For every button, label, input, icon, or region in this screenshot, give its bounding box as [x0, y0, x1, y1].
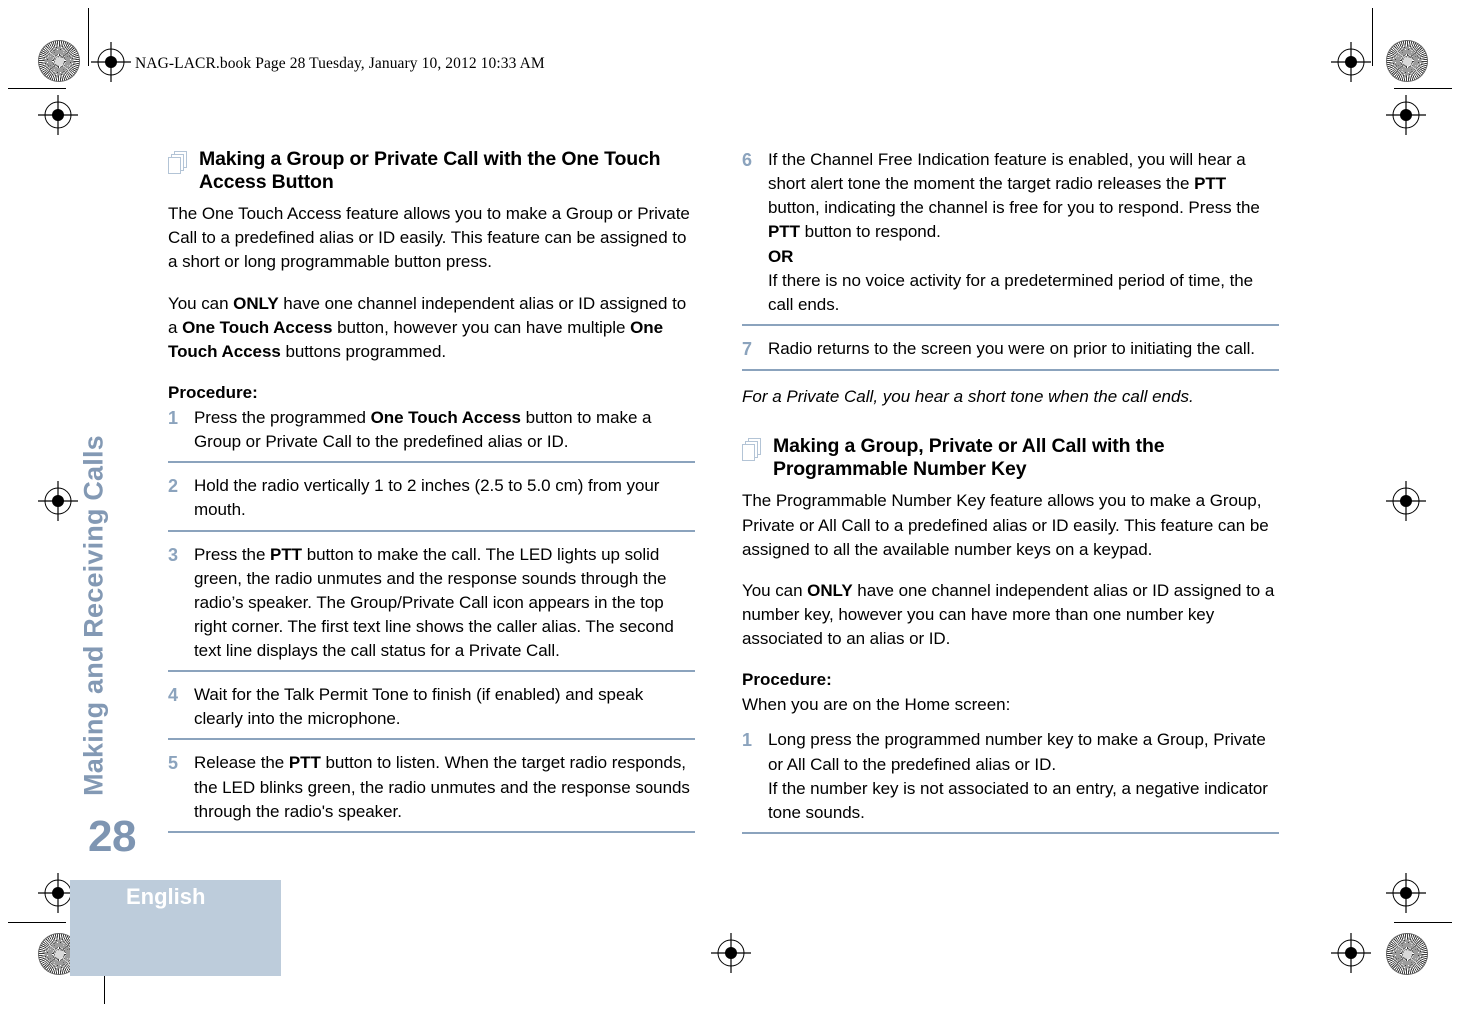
step-item: 4 Wait for the Talk Permit Tone to finis… [168, 683, 695, 741]
step-number: 3 [168, 544, 179, 565]
registration-target-mid-left [38, 481, 78, 521]
only-note-paragraph: You can ONLY have one channel independen… [742, 580, 1275, 649]
book-slug-line: NAG-LACR.book Page 28 Tuesday, January 1… [135, 55, 545, 72]
step-number: 5 [168, 753, 179, 774]
procedure-steps-continued: 6 If the Channel Free Indication feature… [742, 148, 1279, 372]
registration-star-bottom-right [1386, 933, 1428, 975]
crop-line-left-lower-horizontal [8, 922, 66, 923]
step-text: Long press the programmed number key to … [768, 730, 1268, 822]
right-column: 6 If the Channel Free Indication feature… [742, 148, 1279, 845]
crop-line-right-horizontal [1394, 88, 1452, 89]
step-item: 6 If the Channel Free Indication feature… [742, 148, 1279, 326]
registration-target-lower-right [1386, 873, 1426, 913]
registration-target-bottom-right [1331, 933, 1371, 973]
step-number: 6 [742, 150, 753, 170]
language-label: English [126, 884, 206, 909]
registration-target-top-left [91, 42, 131, 82]
step-number: 2 [168, 476, 179, 497]
registration-target-upper-right [1386, 95, 1426, 135]
procedure-steps-right: 1 Long press the programmed number key t… [742, 728, 1279, 834]
section-heading-text: Making a Group or Private Call with the … [199, 148, 661, 193]
left-column: Making a Group or Private Call with the … [168, 148, 695, 844]
registration-target-upper-left [38, 95, 78, 135]
pages-stack-icon [168, 151, 190, 175]
registration-star-top-right [1386, 40, 1428, 82]
step-number: 7 [742, 338, 753, 359]
crop-line-right-lower-horizontal [1394, 922, 1452, 923]
step-text: Press the programmed One Touch Access bu… [194, 408, 652, 452]
procedure-steps-left: 1 Press the programmed One Touch Access … [168, 406, 695, 833]
procedure-lead-in: When you are on the Home screen: [742, 695, 1011, 715]
crop-line-left-horizontal [8, 88, 66, 89]
step-number: 1 [742, 730, 753, 751]
step-item: 1 Press the programmed One Touch Access … [168, 406, 695, 464]
step-item: 7 Radio returns to the screen you were o… [742, 337, 1279, 372]
step-text: Radio returns to the screen you were on … [768, 338, 1255, 358]
step-item: 1 Long press the programmed number key t… [742, 728, 1279, 834]
only-note-paragraph: You can ONLY have one channel independen… [168, 293, 687, 361]
registration-star-top-left [38, 40, 80, 82]
chapter-title-vertical: Making and Receiving Calls [78, 435, 109, 796]
crop-line-left-vertical [88, 8, 89, 66]
procedure-label: Procedure: [168, 382, 258, 402]
registration-target-top-right [1331, 42, 1371, 82]
step-item: 5 Release the PTT button to listen. When… [168, 751, 695, 833]
step-number: 1 [168, 408, 179, 429]
step-text: Release the PTT button to listen. When t… [194, 753, 690, 821]
crop-line-right-vertical [1372, 8, 1373, 66]
intro-paragraph: The Programmable Number Key feature allo… [742, 491, 1269, 559]
section-heading-text: Making a Group, Private or All Call with… [773, 435, 1165, 480]
step-text: Hold the radio vertically 1 to 2 inches … [194, 476, 660, 520]
step-item: 3 Press the PTT button to make the call.… [168, 543, 695, 673]
section-heading-programmable-number-key: Making a Group, Private or All Call with… [742, 435, 1279, 480]
step-text: Wait for the Talk Permit Tone to finish … [194, 685, 644, 729]
registration-target-bottom-center [711, 933, 751, 973]
step-text: Press the PTT button to make the call. T… [194, 544, 674, 661]
procedure-label: Procedure: [742, 670, 832, 690]
page-number: 28 [88, 812, 136, 861]
section-heading-one-touch-access: Making a Group or Private Call with the … [168, 148, 695, 193]
step-number: 4 [168, 685, 179, 706]
private-call-note: For a Private Call, you hear a short ton… [742, 387, 1194, 407]
pages-stack-icon [742, 438, 764, 462]
step-text: If the Channel Free Indication feature i… [768, 150, 1260, 314]
registration-target-mid-right [1386, 481, 1426, 521]
step-item: 2 Hold the radio vertically 1 to 2 inche… [168, 474, 695, 532]
intro-paragraph: The One Touch Access feature allows you … [168, 204, 690, 272]
